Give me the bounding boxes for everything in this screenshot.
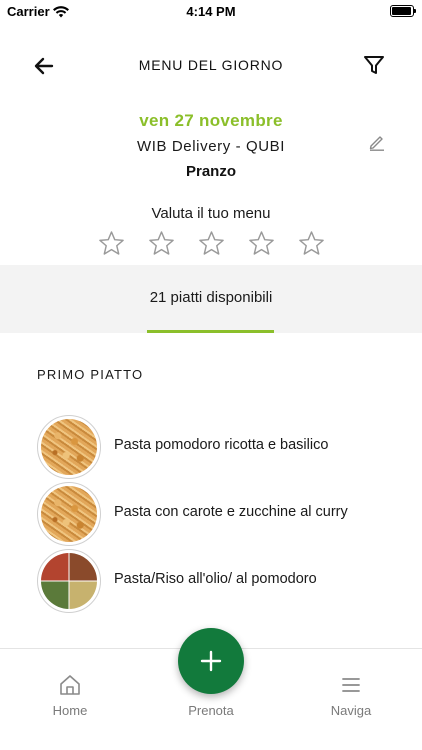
star-icon[interactable] (198, 230, 225, 257)
star-icon[interactable] (148, 230, 175, 257)
dish-thumbnail (37, 482, 101, 546)
pencil-icon (369, 136, 384, 151)
dish-thumbnail (37, 415, 101, 479)
dish-thumbnail (37, 549, 101, 613)
nav-navigate[interactable]: Naviga (301, 673, 401, 718)
star-icon[interactable] (98, 230, 125, 257)
dish-name: Pasta/Riso all'olio/ al pomodoro (114, 571, 317, 587)
nav-book-label: Prenota (188, 703, 234, 718)
star-icon[interactable] (248, 230, 275, 257)
home-icon (60, 675, 80, 695)
filter-button[interactable] (360, 51, 388, 79)
dish-name: Pasta con carote e zucchine al curry (114, 504, 348, 520)
menu-location: WIB Delivery - QUBI (136, 138, 286, 155)
dish-name: Pasta pomodoro ricotta e basilico (114, 437, 329, 453)
dish-item[interactable]: Pasta/Riso all'olio/ al pomodoro (37, 549, 417, 613)
rating-stars (98, 230, 325, 260)
add-booking-button[interactable] (178, 628, 244, 694)
menu-date: ven 27 novembre (139, 111, 283, 130)
menu-icon (342, 678, 360, 692)
status-bar: Carrier 4:14 PM (0, 0, 422, 24)
dish-item[interactable]: Pasta con carote e zucchine al curry (37, 482, 417, 546)
edit-button[interactable] (366, 131, 388, 153)
plus-icon (200, 650, 222, 672)
nav-home-label: Home (52, 703, 88, 718)
rating-label: Valuta il tuo menu (151, 205, 271, 222)
page-title: MENU DEL GIORNO (138, 57, 284, 73)
star-icon[interactable] (298, 230, 325, 257)
nav-home[interactable]: Home (20, 673, 120, 718)
section-title: PRIMO PIATTO (37, 367, 144, 382)
nav-navigate-label: Naviga (330, 703, 372, 718)
dish-item[interactable]: Pasta pomodoro ricotta e basilico (37, 415, 417, 479)
meal-type: Pranzo (185, 163, 236, 180)
active-tab-indicator (147, 330, 274, 333)
filter-icon (364, 56, 384, 74)
dish-count[interactable]: 21 piatti disponibili (0, 289, 422, 306)
battery-icon (390, 5, 416, 17)
clock: 4:14 PM (186, 4, 236, 19)
